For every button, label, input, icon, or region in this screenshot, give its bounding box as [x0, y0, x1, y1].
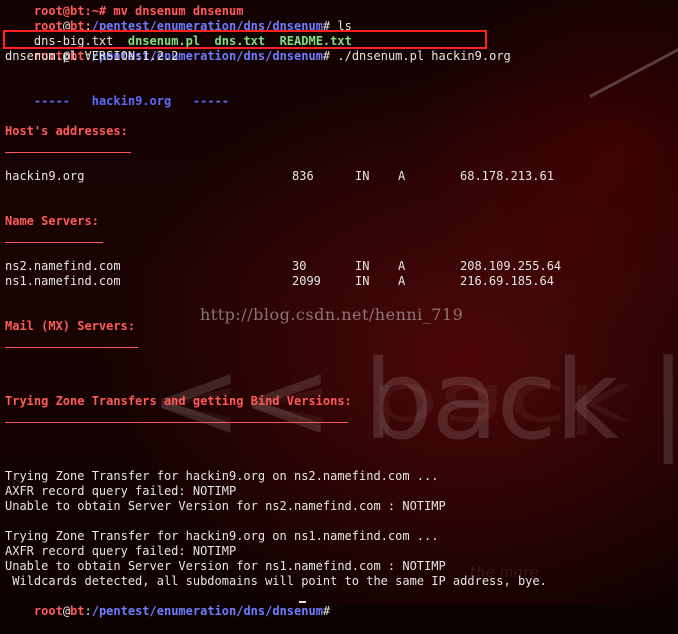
record-class: IN — [355, 274, 370, 288]
prompt-path: /pentest/enumeration/dns/dnsenum — [91, 604, 323, 618]
name-servers-underline — [5, 242, 103, 243]
zone-transfer-underline — [5, 422, 348, 423]
prompt-user: root — [33, 604, 63, 618]
prompt-at: @ — [62, 604, 71, 618]
zone-transfer-line: Trying Zone Transfer for hackin9.org on … — [5, 469, 439, 483]
terminal-line-version: dnsenum.pl VERSION:1.2.2 — [5, 49, 179, 63]
zone-transfer-line: Unable to obtain Server Version for ns1.… — [5, 559, 446, 573]
record-ttl: 30 — [292, 259, 307, 273]
terminal-line-prompt-ls: root@bt:/pentest/enumeration/dns/dnsenum… — [5, 4, 352, 33]
record-ip: 208.109.255.64 — [460, 259, 562, 273]
record-type: A — [398, 259, 406, 273]
record-type: A — [398, 274, 406, 288]
host-record-row: hackin9.org 836 IN A 68.178.213.61 — [5, 169, 678, 184]
record-name: hackin9.org — [5, 169, 85, 183]
domain-title: hackin9.org — [91, 94, 172, 108]
zone-transfer-heading: Trying Zone Transfers and getting Bind V… — [5, 394, 352, 408]
name-servers-heading: Name Servers: — [5, 214, 99, 228]
prompt-symbol: # — [322, 604, 331, 618]
record-class: IN — [355, 259, 370, 273]
blog-watermark: http://blog.csdn.net/henni_719 — [200, 305, 464, 324]
record-type: A — [398, 169, 406, 183]
mx-servers-underline — [5, 347, 138, 348]
record-class: IN — [355, 169, 370, 183]
record-ip: 68.178.213.61 — [460, 169, 554, 183]
record-name: ns1.namefind.com — [5, 274, 121, 288]
ns-record-row: ns2.namefind.com 30 IN A 208.109.255.64 — [5, 259, 678, 274]
record-ttl: 836 — [292, 169, 314, 183]
mx-servers-heading: Mail (MX) Servers: — [5, 319, 136, 333]
wildcards-message: Wildcards detected, all subdomains will … — [5, 574, 547, 588]
host-addresses-underline — [5, 152, 131, 153]
prompt-host: bt — [70, 604, 85, 618]
ns-record-row: ns1.namefind.com 2099 IN A 216.69.185.64 — [5, 274, 678, 289]
domain-header: ----- hackin9.org ----- — [5, 79, 229, 108]
zone-transfer-line: AXFR record query failed: NOTIMP — [5, 484, 237, 498]
dashes-left: ----- — [33, 94, 71, 108]
host-addresses-heading: Host's addresses: — [5, 124, 128, 138]
record-ip: 216.69.185.64 — [460, 274, 554, 288]
zone-transfer-line: AXFR record query failed: NOTIMP — [5, 544, 237, 558]
command-text: ./dnsenum.pl hackin9.org — [330, 49, 511, 63]
record-name: ns2.namefind.com — [5, 259, 121, 273]
record-ttl: 2099 — [292, 274, 321, 288]
prompt-colon: : — [84, 604, 92, 618]
terminal-window[interactable]: root@bt:~# mv dnsenum dnsenum root@bt:/p… — [5, 0, 678, 618]
dashes-right: ----- — [192, 94, 230, 108]
terminal-line-final-prompt: root@bt:/pentest/enumeration/dns/dnsenum… — [5, 589, 330, 618]
zone-transfer-line: Unable to obtain Server Version for ns2.… — [5, 499, 446, 513]
terminal-cursor — [299, 601, 306, 603]
zone-transfer-line: Trying Zone Transfer for hackin9.org on … — [5, 529, 439, 543]
command-highlight-box — [3, 30, 487, 49]
